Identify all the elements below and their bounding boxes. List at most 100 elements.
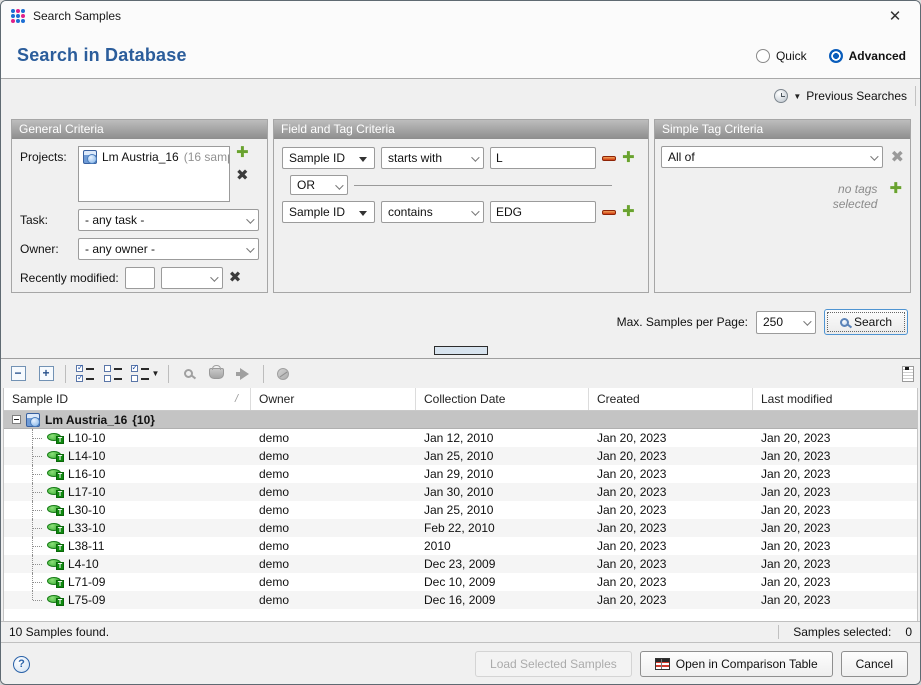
basket-button-disabled <box>205 364 227 384</box>
previous-searches-button[interactable]: ▼ Previous Searches <box>774 86 916 106</box>
help-icon[interactable]: ? <box>13 656 30 673</box>
page-title: Search in Database <box>17 45 187 66</box>
splitter-handle[interactable] <box>434 346 488 355</box>
sample-icon: T <box>47 558 64 570</box>
add-criterion-icon[interactable]: ✚ <box>622 151 635 165</box>
last-modified-cell: Jan 20, 2023 <box>753 539 917 553</box>
quick-radio-circle[interactable] <box>756 49 770 63</box>
group-row[interactable]: Lm Austria_16 {10} <box>4 411 917 429</box>
collection-date-cell: Jan 12, 2010 <box>416 431 589 445</box>
last-modified-cell: Jan 20, 2023 <box>753 431 917 445</box>
tree-branch <box>32 429 43 447</box>
titlebar: Search Samples ✕ <box>1 1 920 31</box>
chevron-down-icon <box>471 153 479 161</box>
last-modified-cell: Jan 20, 2023 <box>753 503 917 517</box>
remove-project-icon[interactable]: ✖ <box>236 169 249 183</box>
app-logo-icon <box>11 9 26 24</box>
online-search-button-disabled <box>272 364 294 384</box>
footer: ? Load Selected Samples Open in Comparis… <box>1 643 920 685</box>
results-table: Sample ID / Owner Collection Date Create… <box>3 388 918 621</box>
toolbar-separator <box>65 365 66 383</box>
sample-icon: T <box>47 504 64 516</box>
last-modified-cell: Jan 20, 2023 <box>753 521 917 535</box>
table-row[interactable]: T L33-10 demo Feb 22, 2010 Jan 20, 2023 … <box>4 519 917 537</box>
open-in-comparison-table-button[interactable]: Open in Comparison Table <box>640 651 833 677</box>
tree-branch <box>32 573 43 591</box>
add-tag-icon[interactable]: ✚ <box>889 182 902 196</box>
deselect-all-button[interactable] <box>102 364 124 384</box>
sample-id-cell: L10-10 <box>68 431 105 445</box>
column-header-sample-id[interactable]: Sample ID / <box>4 388 251 410</box>
field-criteria-panel: Field and Tag Criteria Sample ID starts … <box>273 119 649 293</box>
tree-branch <box>32 447 43 465</box>
table-row[interactable]: T L10-10 demo Jan 12, 2010 Jan 20, 2023 … <box>4 429 917 447</box>
collapse-group-icon[interactable] <box>12 415 21 424</box>
quick-radio[interactable]: Quick <box>756 49 807 63</box>
tag-mode-select[interactable]: All of <box>661 146 883 168</box>
advanced-radio-circle[interactable] <box>829 49 843 63</box>
operator-select-1[interactable]: starts with <box>381 147 484 169</box>
criteria-value-input-2[interactable] <box>490 201 596 223</box>
sample-icon: T <box>47 540 64 552</box>
last-modified-cell: Jan 20, 2023 <box>753 575 917 589</box>
owner-cell: demo <box>251 449 416 463</box>
remove-criterion-icon[interactable] <box>602 210 616 215</box>
chevron-down-icon <box>210 273 218 281</box>
owner-cell: demo <box>251 575 416 589</box>
chevron-down-icon <box>803 317 811 325</box>
table-row[interactable]: T L71-09 demo Dec 10, 2009 Jan 20, 2023 … <box>4 573 917 591</box>
column-header-last-modified[interactable]: Last modified <box>753 388 917 410</box>
sample-icon: T <box>47 450 64 462</box>
owner-cell: demo <box>251 593 416 607</box>
column-picker-icon[interactable] <box>902 366 914 382</box>
table-row[interactable]: T L17-10 demo Jan 30, 2010 Jan 20, 2023 … <box>4 483 917 501</box>
field-select-2[interactable]: Sample ID <box>282 201 375 223</box>
operator-select-2[interactable]: contains <box>381 201 484 223</box>
field-select-1[interactable]: Sample ID <box>282 147 375 169</box>
sample-icon: T <box>47 486 64 498</box>
join-operator-select[interactable]: OR <box>290 175 348 195</box>
cancel-button[interactable]: Cancel <box>841 651 908 677</box>
criteria-value-input-1[interactable] <box>490 147 596 169</box>
project-item[interactable]: Lm Austria_16 (16 samples) <box>83 150 225 164</box>
comparison-table-icon <box>655 658 670 670</box>
recently-modified-input[interactable] <box>125 267 155 289</box>
remove-criterion-icon[interactable] <box>602 156 616 161</box>
column-header-collection-date[interactable]: Collection Date <box>416 388 589 410</box>
expand-all-button[interactable]: + <box>35 364 57 384</box>
add-criterion-icon[interactable]: ✚ <box>622 205 635 219</box>
table-row[interactable]: T L16-10 demo Jan 29, 2010 Jan 20, 2023 … <box>4 465 917 483</box>
owner-select[interactable]: - any owner - <box>78 238 259 260</box>
clear-recently-modified-icon[interactable]: ✖ <box>229 271 242 285</box>
search-disabled-icon <box>184 369 193 378</box>
selection-options-button[interactable]: ▼ <box>130 364 160 384</box>
samples-selected-value: 0 <box>905 625 912 639</box>
search-button[interactable]: Search <box>824 309 908 335</box>
table-body: T L10-10 demo Jan 12, 2010 Jan 20, 2023 … <box>4 429 917 609</box>
max-samples-value: 250 <box>763 315 783 329</box>
column-header-created[interactable]: Created <box>589 388 753 410</box>
collapse-all-button[interactable]: − <box>7 364 29 384</box>
column-header-owner[interactable]: Owner <box>251 388 416 410</box>
table-row[interactable]: T L38-11 demo 2010 Jan 20, 2023 Jan 20, … <box>4 537 917 555</box>
max-samples-select[interactable]: 250 <box>756 311 816 334</box>
table-row[interactable]: T L30-10 demo Jan 25, 2010 Jan 20, 2023 … <box>4 501 917 519</box>
table-row[interactable]: T L75-09 demo Dec 16, 2009 Jan 20, 2023 … <box>4 591 917 609</box>
table-row[interactable]: T L4-10 demo Dec 23, 2009 Jan 20, 2023 J… <box>4 555 917 573</box>
task-select[interactable]: - any task - <box>78 209 259 231</box>
close-icon[interactable]: ✕ <box>880 4 910 28</box>
table-header: Sample ID / Owner Collection Date Create… <box>4 388 917 411</box>
sample-id-cell: L30-10 <box>68 503 105 517</box>
advanced-radio[interactable]: Advanced <box>829 49 906 63</box>
owner-cell: demo <box>251 521 416 535</box>
tree-branch <box>32 555 43 573</box>
tag-mode-value: All of <box>668 150 695 164</box>
task-value: - any task - <box>85 213 144 227</box>
clear-tags-icon[interactable]: ✖ <box>891 147 904 167</box>
select-all-button[interactable] <box>74 364 96 384</box>
add-project-icon[interactable]: ✚ <box>236 146 249 160</box>
table-row[interactable]: T L14-10 demo Jan 25, 2010 Jan 20, 2023 … <box>4 447 917 465</box>
recently-modified-unit-select[interactable] <box>161 267 223 289</box>
tag-criteria-title: Simple Tag Criteria <box>655 120 910 139</box>
projects-listbox[interactable]: Lm Austria_16 (16 samples) <box>78 146 230 202</box>
